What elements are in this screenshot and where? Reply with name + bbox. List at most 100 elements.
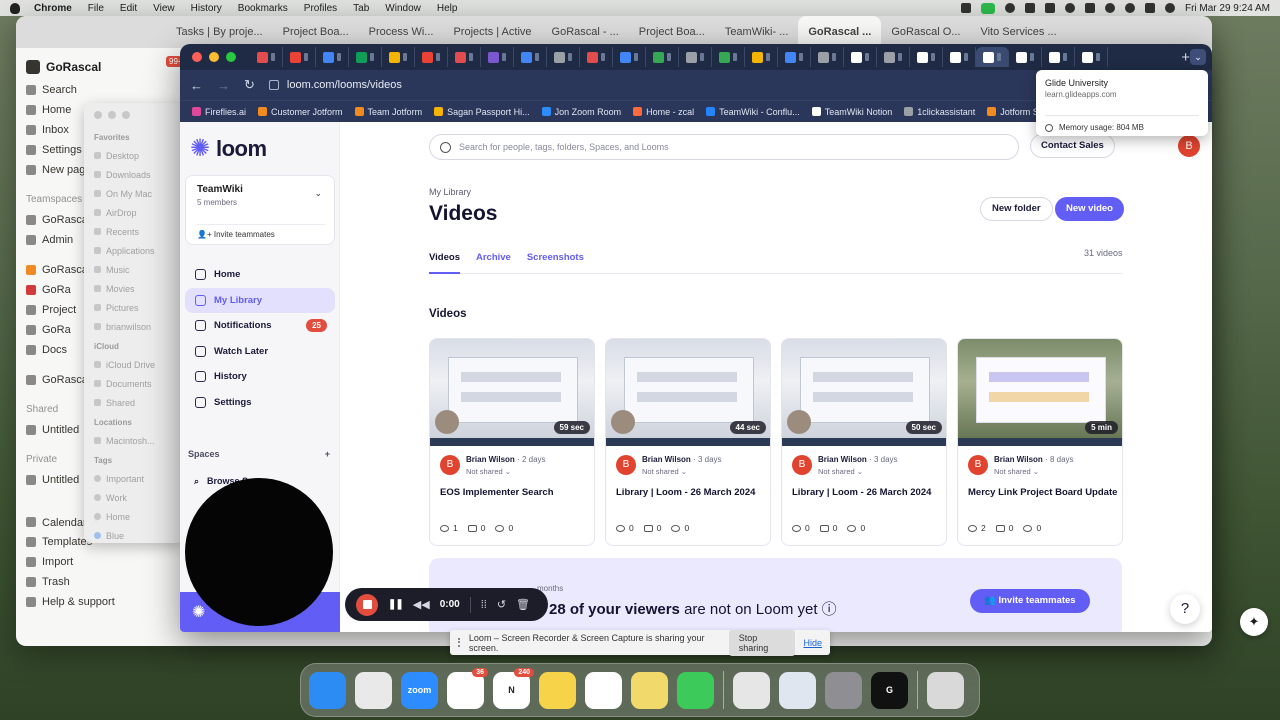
facetime-icon[interactable] [980,2,995,14]
finder-tag[interactable]: Blue [94,526,174,543]
add-space-button[interactable]: + [325,449,330,459]
close-window-button[interactable] [192,52,202,62]
script-editor-icon[interactable] [733,671,770,709]
menu-edit[interactable]: Edit [120,3,137,14]
video-title[interactable]: Library | Loom - 26 March 2024 [616,487,766,498]
finder-item[interactable]: Music [94,260,174,279]
grammarly-icon[interactable] [1004,3,1015,13]
browser-tab[interactable] [448,47,481,67]
breadcrumb[interactable]: My Library [429,187,471,197]
workspace-card[interactable]: TeamWiki 5 members ⌄ 👤+ Invite teammates [185,175,335,245]
tab-search-button[interactable]: ⌄ [1190,49,1206,65]
menu-app-name[interactable]: Chrome [34,3,72,14]
video-title[interactable]: Mercy Link Project Board Update [968,487,1118,498]
browser-tab[interactable] [481,47,514,67]
loom-logo[interactable]: ✺ loom [190,136,267,162]
menu-history[interactable]: History [191,3,222,14]
finder-item[interactable]: Shared [94,393,174,412]
finder-item[interactable]: Pictures [94,298,174,317]
finder-item[interactable]: brianwilson [94,317,174,336]
finder-item[interactable]: Applications [94,241,174,260]
browser-tab[interactable] [910,47,943,67]
finder-item[interactable]: On My Mac [94,184,174,203]
invite-teammates-link[interactable]: 👤+ Invite teammates [197,224,325,239]
bookmark-item[interactable]: TeamWiki Notion [811,107,892,117]
notes-icon[interactable] [539,671,576,709]
finder-item[interactable]: Downloads [94,165,174,184]
menu-view[interactable]: View [153,3,175,14]
nav-history[interactable]: History [185,364,335,389]
stickies-icon[interactable] [631,671,668,709]
bookmark-item[interactable]: Jon Zoom Room [541,107,621,117]
camera-bubble-overlay[interactable] [185,478,333,626]
contact-sales-button[interactable]: Contact Sales [1030,134,1115,158]
browser-tab[interactable] [844,47,877,67]
search-input[interactable]: Search for people, tags, folders, Spaces… [429,134,1019,160]
finder-item[interactable]: AirDrop [94,203,174,222]
finder-item[interactable]: Recents [94,222,174,241]
browser-tab[interactable] [679,47,712,67]
tab-videos[interactable]: Videos [429,248,460,274]
nav-home[interactable]: Home [185,262,335,287]
restart-icon[interactable]: ↺ [497,598,506,611]
rewind-icon[interactable]: ◀◀ [413,598,430,611]
sparkle-button[interactable]: ✦ [1240,608,1268,636]
bookmark-item[interactable]: Fireflies.ai [192,107,246,117]
bookmark-item[interactable]: Sagan Passport Hi... [434,107,530,117]
browser-tab[interactable] [646,47,679,67]
share-status[interactable]: Not shared ⌄ [818,467,898,476]
wifi-icon[interactable] [1104,3,1115,13]
hide-link[interactable]: Hide [803,638,822,648]
video-card[interactable]: 5 min B Brian Wilson · 8 days Not shared… [957,338,1123,546]
minimize-window-button[interactable] [209,52,219,62]
sidebar-item-help[interactable]: Help & support [26,592,181,612]
new-video-button[interactable]: New video [1055,197,1124,221]
sidebar-item-search[interactable]: Search [26,80,181,100]
stop-recording-button[interactable] [356,593,378,616]
video-card[interactable]: 59 sec B Brian Wilson · 2 days Not share… [429,338,595,546]
video-title[interactable]: EOS Implementer Search [440,487,590,498]
browser-tab[interactable] [316,47,349,67]
notion-icon[interactable]: N 240 [493,667,534,709]
grid-icon[interactable]: ⁞⁞ [481,599,487,611]
new-folder-button[interactable]: New folder [980,197,1053,221]
video-thumbnail[interactable]: 5 min [958,339,1122,446]
menubar-clock[interactable]: Fri Mar 29 9:24 AM [1185,3,1270,14]
bookmark-item[interactable]: Home - zcal [633,107,694,117]
trash-icon[interactable]: 🗑 [516,598,530,611]
app-menubar-icon[interactable] [1044,3,1055,13]
share-status[interactable]: Not shared ⌄ [642,467,722,476]
system-settings-icon[interactable] [825,671,862,709]
finder-icon[interactable] [309,671,346,709]
browser-tab[interactable] [613,47,646,67]
menu-bookmarks[interactable]: Bookmarks [238,3,288,14]
video-card[interactable]: 50 sec B Brian Wilson · 3 days Not share… [781,338,947,546]
nav-watch-later[interactable]: Watch Later [185,339,335,364]
video-thumbnail[interactable]: 44 sec [606,339,770,446]
finder-tag[interactable]: Home [94,507,174,526]
bookmark-item[interactable]: TeamWiki - Conflu... [706,107,800,117]
nav-settings[interactable]: Settings [185,390,335,415]
video-title[interactable]: Library | Loom - 26 March 2024 [792,487,942,498]
control-center-icon[interactable] [1144,3,1155,13]
chrome-icon[interactable] [355,671,392,709]
site-info-icon[interactable] [268,80,279,90]
browser-tab[interactable] [745,47,778,67]
finder-item[interactable]: Movies [94,279,174,298]
browser-tab[interactable] [811,47,844,67]
browser-tab[interactable] [1075,47,1108,67]
notion-menubar-icon[interactable] [1024,3,1035,13]
apple-icon[interactable] [10,2,20,14]
nav-notifications[interactable]: Notifications 25 [185,313,335,338]
messages-icon[interactable] [677,671,714,709]
nav-my-library[interactable]: My Library [185,287,335,313]
chevron-down-icon[interactable]: ⌄ [314,188,322,199]
bookmark-item[interactable]: 1clickassistant [904,107,975,117]
spotlight-icon[interactable] [1124,3,1135,13]
reload-icon[interactable]: ↻ [244,77,255,93]
browser-tab[interactable] [382,47,415,67]
browser-tab[interactable] [1009,47,1042,67]
battery-icon[interactable] [1084,3,1095,13]
browser-tab[interactable] [712,47,745,67]
finder-item[interactable]: iCloud Drive [94,355,174,374]
